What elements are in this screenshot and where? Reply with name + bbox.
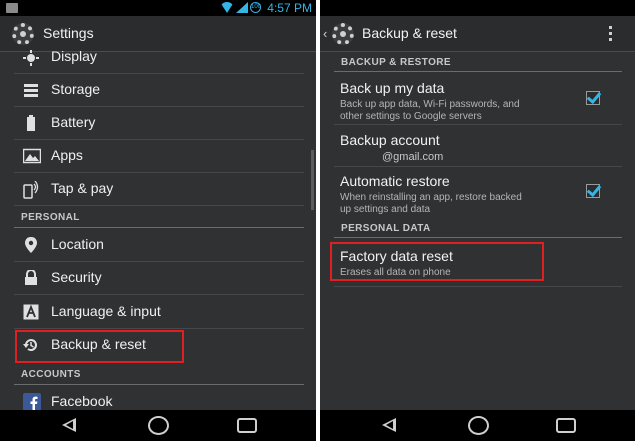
status-bar	[320, 0, 635, 16]
settings-item-label: Apps	[51, 147, 83, 163]
settings-item-label: Facebook	[51, 393, 113, 409]
item-divider	[334, 124, 622, 125]
overflow-menu-icon[interactable]	[606, 26, 616, 42]
status-bar: 100 4:57 PM	[0, 0, 316, 16]
settings-item-label: Location	[51, 236, 104, 252]
auto-restore-checkbox[interactable]	[586, 184, 600, 198]
settings-item-label: Tap & pay	[51, 180, 114, 196]
settings-gear-icon[interactable]	[332, 23, 354, 45]
highlight-box	[15, 330, 184, 363]
auto-restore-subtitle-1: When reinstalling an app, restore backed	[340, 192, 522, 203]
back-icon[interactable]	[382, 418, 396, 432]
up-caret-icon[interactable]: ‹	[323, 26, 327, 41]
settings-item-language[interactable]: Language & input	[14, 296, 304, 329]
location-icon	[23, 237, 39, 253]
highlight-box	[330, 242, 544, 281]
auto-restore-subtitle-2: up settings and data	[340, 204, 431, 215]
signal-icon	[236, 2, 248, 13]
tap-pay-icon	[23, 180, 39, 199]
settings-item-tap-pay[interactable]: Tap & pay	[14, 173, 304, 206]
page-title: Settings	[43, 25, 94, 41]
settings-item-battery[interactable]: Battery	[14, 107, 304, 140]
home-icon[interactable]	[468, 416, 489, 435]
display-icon	[23, 50, 39, 66]
backup-data-subtitle-1: Back up app data, Wi-Fi passwords, and	[340, 99, 520, 110]
back-icon[interactable]	[62, 418, 76, 432]
section-header-personal-data: PERSONAL DATA	[341, 223, 431, 234]
auto-restore-item[interactable]: Automatic restore When reinstalling an a…	[340, 173, 616, 216]
recent-apps-icon[interactable]	[556, 418, 576, 433]
scrollbar[interactable]	[311, 150, 314, 210]
section-header-backup: BACKUP & RESTORE	[341, 57, 451, 68]
section-header-personal: PERSONAL	[21, 212, 80, 223]
settings-item-security[interactable]: Security	[14, 262, 304, 295]
settings-item-label: Language & input	[51, 303, 161, 319]
battery-status-icon: 100	[250, 2, 261, 13]
apps-icon	[22, 148, 42, 164]
settings-screen: 100 4:57 PM Settings Display Storage Bat…	[0, 0, 316, 441]
settings-item-display[interactable]: Display	[14, 42, 304, 74]
item-divider	[334, 286, 622, 287]
backup-account-title: Backup account	[340, 132, 440, 148]
settings-item-label: Display	[51, 48, 97, 64]
home-icon[interactable]	[148, 416, 169, 435]
backup-account-item[interactable]: Backup account @gmail.com	[340, 132, 616, 163]
settings-item-label: Battery	[51, 114, 96, 130]
section-header-accounts: ACCOUNTS	[21, 369, 81, 380]
backup-data-checkbox[interactable]	[586, 91, 600, 105]
lock-icon	[23, 269, 39, 286]
settings-item-location[interactable]: Location	[14, 229, 304, 262]
settings-item-apps[interactable]: Apps	[14, 140, 304, 173]
settings-item-label: Storage	[51, 81, 101, 97]
section-divider	[334, 237, 622, 238]
nav-bar	[0, 410, 316, 441]
page-title: Backup & reset	[362, 25, 457, 41]
item-divider	[334, 166, 622, 167]
backup-data-subtitle-2: other settings to Google servers	[340, 111, 482, 122]
language-icon	[23, 304, 39, 320]
section-divider	[14, 227, 304, 228]
facebook-icon	[23, 393, 41, 411]
backup-data-item[interactable]: Back up my data Back up app data, Wi-Fi …	[340, 80, 616, 123]
storage-icon	[23, 82, 39, 98]
action-bar: ‹ Backup & reset	[320, 16, 635, 52]
auto-restore-title: Automatic restore	[340, 173, 450, 189]
settings-item-storage[interactable]: Storage	[14, 74, 304, 107]
backup-account-value: @gmail.com	[382, 151, 444, 163]
backup-data-title: Back up my data	[340, 80, 445, 96]
wifi-icon	[220, 2, 234, 13]
clock: 4:57 PM	[267, 1, 312, 15]
settings-item-label: Security	[51, 269, 102, 285]
notification-icon	[6, 3, 18, 13]
backup-reset-screen: ‹ Backup & reset BACKUP & RESTORE Back u…	[320, 0, 635, 441]
section-divider	[334, 71, 622, 72]
battery-icon	[23, 115, 39, 131]
recent-apps-icon[interactable]	[237, 418, 257, 433]
nav-bar	[320, 410, 635, 441]
section-divider	[14, 384, 304, 385]
